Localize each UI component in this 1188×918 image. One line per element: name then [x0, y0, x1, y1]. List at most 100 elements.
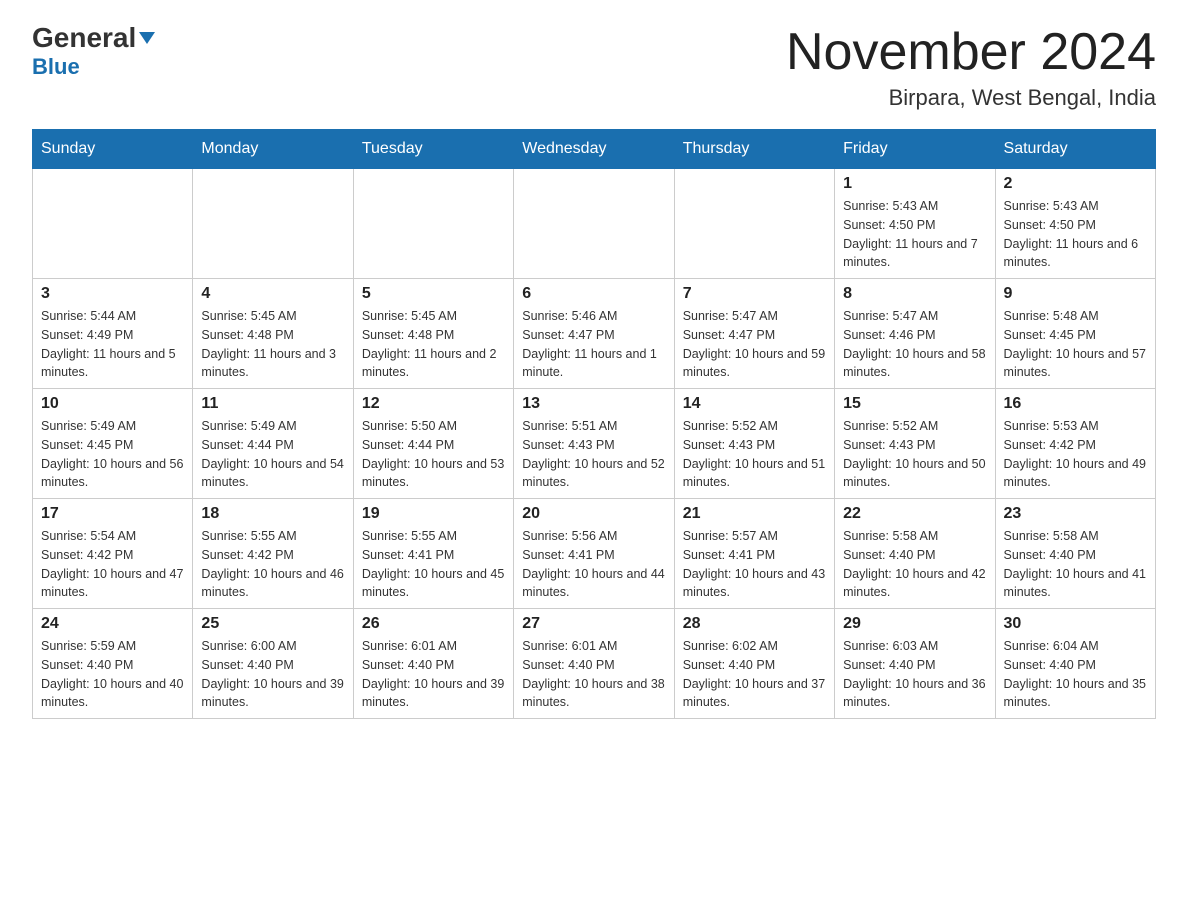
table-row [514, 169, 674, 279]
day-info: Sunrise: 5:47 AMSunset: 4:47 PMDaylight:… [683, 307, 826, 382]
day-info: Sunrise: 5:47 AMSunset: 4:46 PMDaylight:… [843, 307, 986, 382]
day-number: 14 [683, 395, 826, 413]
day-info: Sunrise: 5:45 AMSunset: 4:48 PMDaylight:… [201, 307, 344, 382]
table-row: 9Sunrise: 5:48 AMSunset: 4:45 PMDaylight… [995, 279, 1155, 389]
calendar-week-row: 3 Sunrise: 5:44 AMSunset: 4:49 PMDaylight… [33, 279, 1156, 389]
calendar-header-row: Sunday Monday Tuesday Wednesday Thursday… [33, 130, 1156, 169]
table-row: 10 Sunrise: 5:49 AMSunset: 4:45 PMDayligh… [33, 389, 193, 499]
day-number: 3 [41, 285, 184, 303]
day-info: Sunrise: 6:01 AMSunset: 4:40 PMDaylight:… [362, 637, 505, 712]
day-info: Sunrise: 5:43 AMSunset: 4:50 PMDaylight:… [843, 197, 986, 272]
day-info: Sunrise: 5:58 AMSunset: 4:40 PMDaylight:… [1004, 527, 1147, 602]
day-info: Sunrise: 5:44 AMSunset: 4:49 PMDaylight:… [41, 307, 184, 382]
table-row: 19Sunrise: 5:55 AMSunset: 4:41 PMDayligh… [353, 499, 513, 609]
day-info: Sunrise: 5:56 AMSunset: 4:41 PMDaylight:… [522, 527, 665, 602]
table-row: 29 Sunrise: 6:03 AMSunset: 4:40 PMDayligh… [835, 609, 995, 719]
table-row: 25Sunrise: 6:00 AMSunset: 4:40 PMDayligh… [193, 609, 353, 719]
day-number: 8 [843, 285, 986, 303]
calendar-table: Sunday Monday Tuesday Wednesday Thursday… [32, 129, 1156, 719]
calendar-week-row: 24 Sunrise: 5:59 AMSunset: 4:40 PMDayligh… [33, 609, 1156, 719]
day-info: Sunrise: 5:46 AMSunset: 4:47 PMDaylight:… [522, 307, 665, 382]
logo-text: General [32, 24, 155, 52]
day-info: Sunrise: 5:49 AMSunset: 4:44 PMDaylight:… [201, 417, 344, 492]
day-number: 10 [41, 395, 184, 413]
table-row: 16 Sunrise: 5:53 AMSunset: 4:42 PMDayligh… [995, 389, 1155, 499]
table-row: 27 Sunrise: 6:01 AMSunset: 4:40 PMDayligh… [514, 609, 674, 719]
logo-blue-text: Blue [32, 54, 80, 80]
col-monday: Monday [193, 130, 353, 169]
table-row: 11 Sunrise: 5:49 AMSunset: 4:44 PMDayligh… [193, 389, 353, 499]
month-title: November 2024 [786, 24, 1156, 81]
day-info: Sunrise: 6:02 AMSunset: 4:40 PMDaylight:… [683, 637, 826, 712]
day-number: 13 [522, 395, 665, 413]
day-info: Sunrise: 5:52 AMSunset: 4:43 PMDaylight:… [683, 417, 826, 492]
location-title: Birpara, West Bengal, India [786, 85, 1156, 111]
table-row: 4 Sunrise: 5:45 AMSunset: 4:48 PMDaylight… [193, 279, 353, 389]
table-row: 12Sunrise: 5:50 AMSunset: 4:44 PMDayligh… [353, 389, 513, 499]
table-row: 21 Sunrise: 5:57 AMSunset: 4:41 PMDayligh… [674, 499, 834, 609]
day-number: 27 [522, 615, 665, 633]
day-number: 26 [362, 615, 505, 633]
day-number: 21 [683, 505, 826, 523]
calendar-week-row: 1 Sunrise: 5:43 AMSunset: 4:50 PMDaylight… [33, 169, 1156, 279]
day-info: Sunrise: 5:49 AMSunset: 4:45 PMDaylight:… [41, 417, 184, 492]
day-number: 16 [1004, 395, 1147, 413]
day-info: Sunrise: 5:48 AMSunset: 4:45 PMDaylight:… [1004, 307, 1147, 382]
table-row: 8 Sunrise: 5:47 AMSunset: 4:46 PMDaylight… [835, 279, 995, 389]
table-row: 15 Sunrise: 5:52 AMSunset: 4:43 PMDayligh… [835, 389, 995, 499]
table-row [193, 169, 353, 279]
table-row: 23 Sunrise: 5:58 AMSunset: 4:40 PMDayligh… [995, 499, 1155, 609]
day-info: Sunrise: 5:53 AMSunset: 4:42 PMDaylight:… [1004, 417, 1147, 492]
day-number: 15 [843, 395, 986, 413]
col-saturday: Saturday [995, 130, 1155, 169]
day-number: 11 [201, 395, 344, 413]
table-row: 14 Sunrise: 5:52 AMSunset: 4:43 PMDayligh… [674, 389, 834, 499]
day-number: 6 [522, 285, 665, 303]
day-number: 23 [1004, 505, 1147, 523]
day-number: 12 [362, 395, 505, 413]
table-row: 3 Sunrise: 5:44 AMSunset: 4:49 PMDaylight… [33, 279, 193, 389]
table-row: 26 Sunrise: 6:01 AMSunset: 4:40 PMDayligh… [353, 609, 513, 719]
table-row: 1 Sunrise: 5:43 AMSunset: 4:50 PMDaylight… [835, 169, 995, 279]
table-row: 7Sunrise: 5:47 AMSunset: 4:47 PMDaylight… [674, 279, 834, 389]
table-row: 17Sunrise: 5:54 AMSunset: 4:42 PMDayligh… [33, 499, 193, 609]
table-row: 30 Sunrise: 6:04 AMSunset: 4:40 PMDayligh… [995, 609, 1155, 719]
day-info: Sunrise: 5:58 AMSunset: 4:40 PMDaylight:… [843, 527, 986, 602]
day-number: 1 [843, 175, 986, 193]
day-number: 2 [1004, 175, 1147, 193]
table-row: 20 Sunrise: 5:56 AMSunset: 4:41 PMDayligh… [514, 499, 674, 609]
day-info: Sunrise: 5:45 AMSunset: 4:48 PMDaylight:… [362, 307, 505, 382]
day-number: 28 [683, 615, 826, 633]
day-number: 17 [41, 505, 184, 523]
col-sunday: Sunday [33, 130, 193, 169]
col-thursday: Thursday [674, 130, 834, 169]
day-info: Sunrise: 6:03 AMSunset: 4:40 PMDaylight:… [843, 637, 986, 712]
day-number: 20 [522, 505, 665, 523]
day-info: Sunrise: 6:01 AMSunset: 4:40 PMDaylight:… [522, 637, 665, 712]
table-row: 2Sunrise: 5:43 AMSunset: 4:50 PMDaylight… [995, 169, 1155, 279]
calendar-week-row: 17Sunrise: 5:54 AMSunset: 4:42 PMDayligh… [33, 499, 1156, 609]
table-row: 13 Sunrise: 5:51 AMSunset: 4:43 PMDayligh… [514, 389, 674, 499]
day-number: 25 [201, 615, 344, 633]
col-friday: Friday [835, 130, 995, 169]
table-row: 6 Sunrise: 5:46 AMSunset: 4:47 PMDaylight… [514, 279, 674, 389]
day-number: 4 [201, 285, 344, 303]
day-number: 30 [1004, 615, 1147, 633]
day-info: Sunrise: 5:51 AMSunset: 4:43 PMDaylight:… [522, 417, 665, 492]
table-row [674, 169, 834, 279]
day-info: Sunrise: 5:57 AMSunset: 4:41 PMDaylight:… [683, 527, 826, 602]
logo: General Blue [32, 24, 155, 80]
day-number: 18 [201, 505, 344, 523]
day-number: 5 [362, 285, 505, 303]
day-number: 29 [843, 615, 986, 633]
calendar-week-row: 10 Sunrise: 5:49 AMSunset: 4:45 PMDayligh… [33, 389, 1156, 499]
table-row: 18 Sunrise: 5:55 AMSunset: 4:42 PMDayligh… [193, 499, 353, 609]
day-number: 22 [843, 505, 986, 523]
day-info: Sunrise: 5:52 AMSunset: 4:43 PMDaylight:… [843, 417, 986, 492]
day-info: Sunrise: 5:55 AMSunset: 4:42 PMDaylight:… [201, 527, 344, 602]
table-row: 5 Sunrise: 5:45 AMSunset: 4:48 PMDaylight… [353, 279, 513, 389]
day-info: Sunrise: 5:59 AMSunset: 4:40 PMDaylight:… [41, 637, 184, 712]
day-info: Sunrise: 6:04 AMSunset: 4:40 PMDaylight:… [1004, 637, 1147, 712]
day-number: 19 [362, 505, 505, 523]
day-number: 24 [41, 615, 184, 633]
